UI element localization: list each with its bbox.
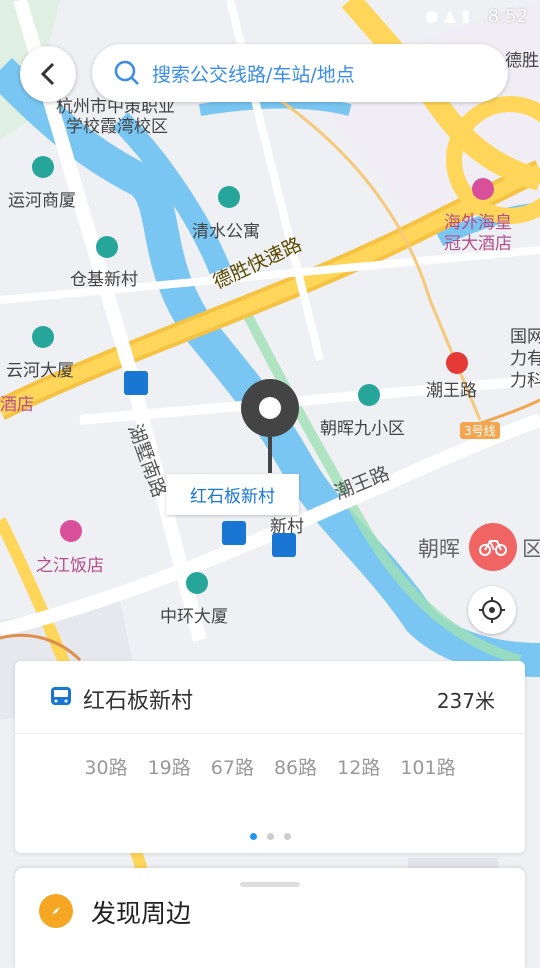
map-label-chaohui: 朝晖 xyxy=(418,537,460,561)
poi-icon xyxy=(96,236,118,258)
metro-icon xyxy=(446,352,468,374)
map-label-yunhe-dasha: 云河大厦 xyxy=(6,361,74,381)
route-list: 30路 19路 67路 86路 12路 101路 xyxy=(15,753,525,780)
map-label-qingshui: 清水公寓 xyxy=(192,222,260,242)
crosshair-icon xyxy=(479,597,505,623)
search-icon xyxy=(114,60,139,85)
search-placeholder: 搜索公交线路/车站/地点 xyxy=(152,64,355,86)
bike-button[interactable] xyxy=(469,523,517,571)
map-label-school: 学校霞湾校区 xyxy=(66,117,168,137)
stop-distance: 237米 xyxy=(436,689,495,713)
map-label-hotel: 冠大酒店 xyxy=(444,234,512,254)
poi-icon xyxy=(32,326,54,348)
page-dot[interactable] xyxy=(249,833,257,840)
bus-stop-marker[interactable] xyxy=(124,371,148,395)
bus-stop-marker[interactable] xyxy=(222,521,246,545)
bus-stop-card[interactable]: 红石板新村 237米 30路 19路 67路 86路 12路 101路 xyxy=(15,661,525,853)
poi-icon xyxy=(218,186,240,208)
locate-button[interactable] xyxy=(468,586,516,634)
hotel-icon xyxy=(60,520,82,542)
map-label-yunhe: 运河商厦 xyxy=(8,191,76,211)
route-item[interactable]: 101路 xyxy=(400,753,455,780)
stop-name: 红石板新村 xyxy=(83,689,194,714)
route-item[interactable]: 86路 xyxy=(274,753,317,780)
page-dot[interactable] xyxy=(266,833,274,840)
status-icons: ● ▲ ▮ xyxy=(424,6,470,25)
poi-icon xyxy=(32,156,54,178)
search-bar[interactable]: 搜索公交线路/车站/地点 xyxy=(92,44,508,102)
map-label-chaohui9: 朝晖九小区 xyxy=(320,419,405,439)
map-label-guowang: 力科 xyxy=(510,371,540,391)
metro-line-badge: 3号线 xyxy=(460,422,500,439)
bus-icon xyxy=(51,687,71,705)
pin-label[interactable]: 红石板新村 xyxy=(166,474,299,515)
page-indicator xyxy=(15,833,525,840)
poi-icon xyxy=(358,384,380,406)
map-label-de: 德胜 xyxy=(505,51,539,71)
route-item[interactable]: 12路 xyxy=(337,753,380,780)
drag-handle[interactable] xyxy=(240,882,300,887)
map-label-cangji: 仓基新村 xyxy=(70,270,138,290)
discover-title: 发现周边 xyxy=(91,899,192,928)
page-dot[interactable] xyxy=(283,833,291,840)
hotel-icon xyxy=(472,178,494,200)
route-item[interactable]: 30路 xyxy=(84,753,127,780)
map-label-chaohui: 区 xyxy=(522,537,540,561)
status-time: 8:52 xyxy=(487,6,528,27)
map-label-zhijiang: 之江饭店 xyxy=(36,556,104,576)
bus-stop-marker[interactable] xyxy=(272,533,296,557)
chevron-left-icon xyxy=(40,62,55,86)
route-item[interactable]: 67路 xyxy=(211,753,254,780)
status-bar: ● ▲ ▮ 8:52 xyxy=(0,0,540,36)
map-label-jiudian: 酒店 xyxy=(0,395,34,415)
route-item[interactable]: 19路 xyxy=(148,753,191,780)
poi-icon xyxy=(186,572,208,594)
bicycle-icon xyxy=(479,540,507,556)
back-button[interactable] xyxy=(20,46,76,102)
discover-panel[interactable]: 发现周边 xyxy=(15,868,525,968)
map-label-zhonghuan: 中环大厦 xyxy=(160,607,228,627)
map-label-chaowang-station: 潮王路 xyxy=(426,381,477,401)
card-header[interactable]: 红石板新村 237米 xyxy=(15,661,525,734)
compass-icon xyxy=(39,894,73,928)
location-pin[interactable] xyxy=(240,378,300,482)
